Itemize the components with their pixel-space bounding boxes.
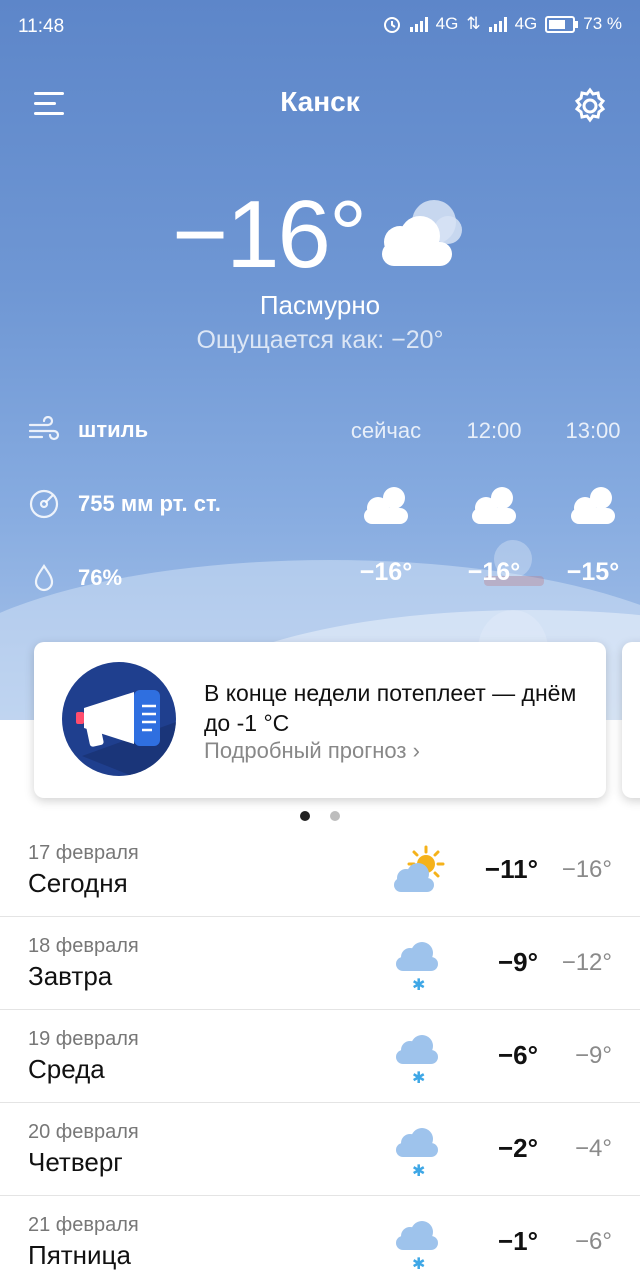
network-label: 4G [435,14,459,33]
signal-icon [409,16,428,32]
day-high: −9° [497,947,538,977]
hourly-item[interactable]: сейчас −16° [336,418,436,587]
snow-cloud-icon: ✱ [396,942,438,994]
hourly-item[interactable]: 12:00 −16° [444,418,544,587]
day-high: −1° [497,1226,538,1256]
humidity-value: 76% [78,565,123,590]
day-row[interactable]: 18 февраля Завтра ✱ −9° −12° [0,917,640,1010]
wind-value: штиль [78,417,149,442]
hourly-time: 13:00 [565,418,621,443]
day-low: −9° [575,1042,612,1069]
day-low: −16° [561,856,612,883]
svg-text:✱: ✱ [412,1254,425,1273]
day-name: Завтра [28,961,113,991]
day-name: Среда [28,1054,105,1084]
snow-cloud-icon: ✱ [396,1221,438,1273]
water-drop-icon [34,564,54,592]
city-title[interactable]: Канск [0,86,640,118]
detailed-forecast-link[interactable]: Подробный прогноз › [204,738,420,764]
day-date: 20 февраля [28,1121,139,1143]
day-row[interactable]: 21 февраля Пятница ✱ −1° −6° [0,1196,640,1288]
status-time: 11:48 [18,16,65,37]
promo-title: В конце недели потеплеет — днём до -1 °C [204,680,577,736]
cloud-icon [364,487,408,524]
day-date: 18 февраля [28,935,139,957]
day-date: 17 февраля [28,842,139,864]
battery-level: 73 % [583,14,622,33]
pressure-gauge-icon [29,489,59,519]
pager-dot[interactable] [330,811,341,821]
data-transfer-icon: ⇅ [466,14,481,33]
battery-icon [545,15,579,33]
current-temperature: −16° [172,181,367,288]
day-row[interactable]: 19 февраля Среда ✱ −6° −9° [0,1010,640,1103]
day-high: −6° [497,1040,538,1070]
day-name: Сегодня [28,868,128,898]
svg-text:✱: ✱ [412,1068,425,1087]
daily-forecast-list: 17 февраля Сегодня −11° −16° 18 февраля … [0,824,640,1288]
pressure-value: 755 мм рт. ст. [78,491,221,516]
day-low: −6° [575,1228,612,1255]
next-card-peek[interactable] [622,642,640,798]
gear-icon[interactable] [570,86,610,126]
sun-cloud-icon [394,845,445,892]
day-high: −11° [484,854,538,884]
svg-text:✱: ✱ [412,1161,425,1180]
snow-cloud-icon: ✱ [396,1128,438,1180]
hourly-temp: −16° [359,558,413,586]
network-label: 4G [514,14,538,33]
cloud-icon [472,487,516,524]
wind-row: штиль [28,416,148,444]
wind-icon [28,416,60,441]
snow-cloud-icon: ✱ [396,1035,438,1087]
status-icons: 4G ⇅ 4G 73 % [382,14,622,34]
signal-icon [488,16,507,32]
day-name: Четверг [28,1147,123,1177]
forecast-promo-card[interactable]: В конце недели потеплеет — днём до -1 °C… [34,642,606,798]
hourly-temp: −15° [566,558,620,586]
current-condition: Пасмурно [259,290,381,320]
status-bar: 11:48 4G ⇅ 4G 73 % [0,0,640,54]
day-date: 21 февраля [28,1214,139,1236]
cloud-icon [571,487,615,524]
day-name: Пятница [28,1240,131,1270]
day-date: 19 февраля [28,1028,139,1050]
svg-text:✱: ✱ [412,975,425,994]
hourly-time: 12:00 [466,418,522,443]
day-high: −2° [497,1133,538,1163]
day-row[interactable]: 17 февраля Сегодня −11° −16° [0,824,640,917]
megaphone-icon [62,662,176,776]
pager-dot-active[interactable] [299,811,310,821]
hourly-time: сейчас [350,418,422,443]
day-row[interactable]: 20 февраля Четверг ✱ −2° −4° [0,1103,640,1196]
alarm-icon [383,17,400,33]
cloud-icon [382,200,462,266]
day-low: −4° [575,1135,612,1162]
hourly-item[interactable]: 13:00 −15° [543,418,640,587]
humidity-row: 76% [28,562,122,594]
feels-like: Ощущается как: −20° [196,326,444,354]
day-low: −12° [561,949,612,976]
pressure-row: 755 мм рт. ст. [28,488,221,520]
hourly-temp: −16° [467,558,521,586]
